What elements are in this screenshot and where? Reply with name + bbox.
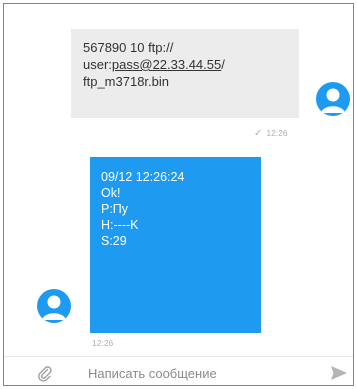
message-input[interactable] [88, 364, 308, 382]
outgoing-message-text: / [221, 57, 225, 72]
person-icon [42, 295, 66, 320]
outgoing-message-line: 567890 10 ftp:// [83, 40, 174, 55]
outgoing-message-line: ftp_m3718r.bin [83, 74, 170, 89]
outgoing-message-time: 12:26 [266, 128, 288, 138]
incoming-message-line: P:Пу [101, 202, 129, 216]
conversation-screen: 567890 10 ftp:// user:pass@22.33.44.55/ … [3, 3, 354, 386]
outgoing-message-link[interactable]: pass@22.33.44.55 [112, 57, 221, 72]
incoming-message-line: S:29 [101, 234, 127, 248]
send-icon[interactable] [330, 365, 348, 381]
outgoing-message-bubble[interactable]: 567890 10 ftp:// user:pass@22.33.44.55/ … [71, 29, 299, 118]
sender-avatar[interactable] [37, 289, 71, 323]
incoming-message-line: H:----K [101, 218, 139, 232]
check-icon: ✓ [254, 128, 263, 139]
incoming-message-line: Ok! [101, 186, 121, 200]
paperclip-icon[interactable] [37, 366, 53, 382]
person-icon [321, 88, 345, 113]
outgoing-message-meta: ✓ 12:26 [254, 128, 288, 139]
incoming-message-time: 12:26 [92, 338, 114, 348]
outgoing-message-line: user:pass@22.33.44.55/ [83, 56, 291, 73]
compose-bar [4, 356, 353, 385]
outgoing-message-text: user: [83, 57, 112, 72]
contact-avatar[interactable] [316, 82, 350, 116]
incoming-message-bubble[interactable]: 09/12 12:26:24 Ok! P:Пу H:----K S:29 [90, 157, 261, 333]
incoming-message-line: 09/12 12:26:24 [101, 170, 185, 184]
